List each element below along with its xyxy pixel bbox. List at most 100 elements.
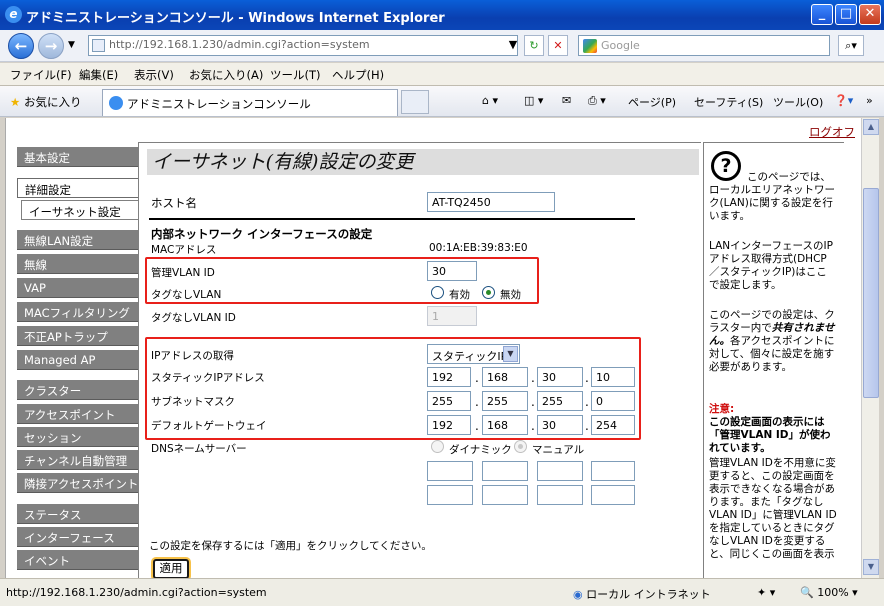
gateway-octet-2[interactable]: 168 — [482, 415, 528, 435]
dns1-octet-3[interactable] — [537, 461, 583, 481]
nav-advanced[interactable]: 詳細設定 — [17, 178, 139, 198]
scroll-thumb[interactable] — [863, 188, 879, 398]
zone-label: ローカル イントラネット — [586, 588, 711, 601]
page-menu[interactable]: ページ(P) — [628, 94, 676, 110]
ie-tab-icon — [109, 96, 123, 110]
back-button[interactable]: ← — [8, 33, 34, 59]
mail-icon[interactable]: ✉ — [562, 94, 571, 107]
nav-mac-filter[interactable]: MACフィルタリング — [17, 302, 139, 322]
dns1-octet-1[interactable] — [427, 461, 473, 481]
static-ip-octet-4[interactable]: 10 — [591, 367, 635, 387]
dns1-octet-4[interactable] — [591, 461, 635, 481]
menu-favorites[interactable]: お気に入り(A) — [189, 67, 263, 83]
menu-view[interactable]: 表示(V) — [134, 67, 174, 83]
google-icon — [583, 39, 597, 53]
gateway-octet-3[interactable]: 30 — [537, 415, 583, 435]
help-warning-text: 管理VLAN IDを不用意に変更すると、この設定画面を表示できなくなる場合があり… — [709, 457, 837, 560]
nav-event[interactable]: イベント — [17, 550, 139, 570]
menu-edit[interactable]: 編集(E) — [79, 67, 118, 83]
feeds-icon[interactable]: ◫ ▾ — [524, 94, 543, 107]
new-tab-button[interactable] — [401, 90, 429, 114]
dns-dynamic-label: ダイナミック — [449, 444, 512, 456]
nav-cluster[interactable]: クラスター — [17, 380, 139, 400]
nav-interface[interactable]: インターフェース — [17, 527, 139, 547]
untagged-enabled-radio[interactable] — [431, 286, 444, 299]
untagged-vlan-label: タグなしVLAN — [151, 289, 222, 301]
untagged-id-input[interactable]: 1 — [427, 306, 477, 326]
minimize-button[interactable]: _ — [811, 4, 833, 25]
favorites-label: お気に入り — [23, 95, 82, 109]
page-viewport: ログオフ 基本設定 詳細設定 イーサネット設定 無線LAN設定 無線 VAP M… — [5, 118, 861, 578]
search-icon[interactable]: ⌕▾ — [838, 35, 864, 56]
address-input[interactable]: http://192.168.1.230/admin.cgi?action=sy… — [88, 35, 518, 56]
logoff-link[interactable]: ログオフ — [809, 124, 855, 140]
nav-ethernet[interactable]: イーサネット設定 — [21, 200, 139, 220]
mgmt-vlan-input[interactable]: 30 — [427, 261, 477, 281]
zoom-control[interactable]: 🔍 100% ▾ — [800, 586, 858, 599]
vertical-scrollbar[interactable]: ▲ ▼ — [861, 118, 879, 578]
internal-section-title: 内部ネットワーク インターフェースの設定 — [151, 227, 373, 241]
dot-separator: . — [585, 419, 589, 433]
help-warning-title: 注意: — [709, 403, 735, 415]
ip-mode-label: IPアドレスの取得 — [151, 350, 234, 362]
ip-mode-select[interactable]: スタティックIP ▼ — [427, 344, 520, 364]
nav-access-point[interactable]: アクセスポイント — [17, 404, 139, 424]
menu-file[interactable]: ファイル(F) — [10, 67, 72, 83]
tab-admin-console[interactable]: アドミニストレーションコンソール — [102, 89, 398, 116]
stop-icon[interactable]: ✕ — [548, 35, 568, 56]
forward-button[interactable]: → — [38, 33, 64, 59]
nav-vap[interactable]: VAP — [17, 278, 139, 298]
subnet-octet-1[interactable]: 255 — [427, 391, 471, 411]
nav-basic[interactable]: 基本設定 — [17, 147, 139, 167]
scroll-up-icon[interactable]: ▲ — [863, 119, 879, 135]
menu-tools[interactable]: ツール(T) — [270, 67, 321, 83]
protected-mode-icon[interactable]: ✦ ▾ — [757, 586, 775, 599]
gateway-octet-1[interactable]: 192 — [427, 415, 471, 435]
scroll-down-icon[interactable]: ▼ — [863, 559, 879, 575]
help-panel: ? このページでは、ローカルエリアネットワーク(LAN)に関する設定を行います。… — [703, 142, 844, 578]
dns2-octet-3[interactable] — [537, 485, 583, 505]
static-ip-octet-2[interactable]: 168 — [482, 367, 528, 387]
nav-rogue-ap[interactable]: 不正APトラップ — [17, 326, 139, 346]
nav-session[interactable]: セッション — [17, 427, 139, 447]
menu-bar: ファイル(F) 編集(E) 表示(V) お気に入り(A) ツール(T) ヘルプ(… — [0, 63, 884, 86]
refresh-icon[interactable]: ↻ — [524, 35, 544, 56]
dns1-octet-2[interactable] — [482, 461, 528, 481]
nav-wlan[interactable]: 無線LAN設定 — [17, 230, 139, 250]
chevron-right-icon[interactable]: » — [866, 94, 873, 107]
menu-help[interactable]: ヘルプ(H) — [332, 67, 384, 83]
static-ip-octet-3[interactable]: 30 — [537, 367, 583, 387]
dns2-octet-1[interactable] — [427, 485, 473, 505]
nav-status[interactable]: ステータス — [17, 504, 139, 524]
nav-neighbor-ap[interactable]: 隣接アクセスポイント — [17, 473, 139, 493]
nav-channel-auto[interactable]: チャンネル自動管理 — [17, 450, 139, 470]
nav-wireless[interactable]: 無線 — [17, 254, 139, 274]
address-dropdown-icon[interactable]: ▼ — [503, 35, 523, 56]
dns2-octet-2[interactable] — [482, 485, 528, 505]
safety-menu[interactable]: セーフティ(S) — [694, 94, 763, 110]
history-dropdown-icon[interactable]: ▼ — [68, 40, 75, 50]
favorites-button[interactable]: ★ お気に入り — [10, 94, 81, 110]
subnet-octet-3[interactable]: 255 — [537, 391, 583, 411]
dns-manual-radio[interactable] — [514, 440, 527, 453]
dns2-octet-4[interactable] — [591, 485, 635, 505]
untagged-disabled-radio[interactable] — [482, 286, 495, 299]
subnet-octet-2[interactable]: 255 — [482, 391, 528, 411]
address-text: http://192.168.1.230/admin.cgi?action=sy… — [109, 38, 370, 51]
static-ip-octet-1[interactable]: 192 — [427, 367, 471, 387]
dot-separator: . — [475, 371, 479, 385]
home-icon[interactable]: ⌂ ▾ — [482, 94, 498, 107]
print-icon[interactable]: ⎙ ▾ — [588, 94, 606, 108]
nav-managed-ap[interactable]: Managed AP — [17, 350, 139, 370]
help-icon[interactable]: ❓▾ — [834, 94, 853, 107]
hostname-input[interactable]: AT-TQ2450 — [427, 192, 555, 212]
untagged-id-label: タグなしVLAN ID — [151, 312, 236, 324]
dns-dynamic-radio[interactable] — [431, 440, 444, 453]
search-input[interactable]: Google — [578, 35, 830, 56]
maximize-button[interactable]: □ — [835, 4, 857, 25]
gateway-octet-4[interactable]: 254 — [591, 415, 635, 435]
subnet-octet-4[interactable]: 0 — [591, 391, 635, 411]
close-button[interactable]: ✕ — [859, 4, 881, 25]
zoom-icon: 🔍 — [800, 586, 814, 599]
tools-menu[interactable]: ツール(O) — [773, 94, 823, 110]
